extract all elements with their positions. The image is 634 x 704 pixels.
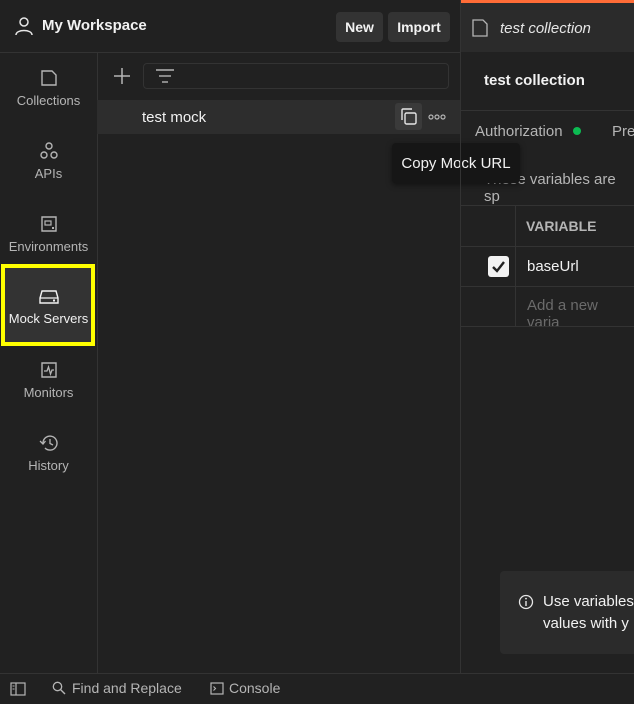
table-divider	[461, 326, 634, 327]
info-banner	[500, 571, 634, 654]
console-icon	[210, 682, 224, 695]
find-and-replace-button[interactable]: Find and Replace	[72, 680, 182, 696]
copy-mock-url-tooltip: Copy Mock URL	[392, 143, 520, 183]
new-button[interactable]: New	[336, 12, 383, 42]
divider	[461, 110, 634, 111]
info-icon	[518, 594, 534, 610]
mock-name[interactable]: test mock	[142, 109, 206, 126]
status-dot	[573, 127, 581, 135]
tab-pre-request[interactable]: Pre	[612, 123, 634, 140]
add-icon[interactable]	[112, 66, 132, 86]
copy-mock-url-button[interactable]	[395, 103, 422, 130]
sidebar-item-collections[interactable]: Collections	[0, 52, 97, 125]
panel-divider	[460, 0, 461, 673]
table-border	[461, 205, 634, 206]
check-icon	[492, 261, 505, 273]
selection-highlight-box	[1, 264, 95, 346]
info-text-line: Use variables	[543, 593, 634, 610]
history-icon	[39, 435, 58, 451]
info-text-line: values with y	[543, 615, 629, 632]
user-icon	[15, 17, 33, 36]
copy-icon	[401, 108, 417, 125]
collection-tab-icon	[472, 19, 488, 37]
tab-title[interactable]: test collection	[500, 20, 591, 37]
search-icon	[52, 681, 66, 695]
column-divider	[515, 205, 516, 326]
sidebar-item-label: History	[28, 458, 69, 473]
sidebar-item-history[interactable]: History	[0, 417, 97, 490]
more-options-icon[interactable]	[428, 110, 446, 124]
collections-icon	[40, 70, 57, 86]
filter-icon	[156, 69, 174, 83]
table-divider	[461, 246, 634, 247]
console-button[interactable]: Console	[229, 680, 280, 696]
collection-title: test collection	[484, 72, 585, 89]
sidebar-item-label: Monitors	[23, 385, 74, 400]
filter-input[interactable]	[143, 63, 449, 89]
sidebar-item-monitors[interactable]: Monitors	[0, 344, 97, 417]
sidebar-item-label: APIs	[34, 166, 63, 181]
tab-authorization[interactable]: Authorization	[475, 123, 563, 140]
variable-name-cell[interactable]: baseUrl	[527, 258, 579, 275]
apis-icon	[39, 142, 58, 159]
toggle-sidebar-icon[interactable]	[10, 682, 26, 696]
table-divider	[461, 286, 634, 287]
sidebar-item-label: Collections	[16, 93, 81, 108]
import-button[interactable]: Import	[388, 12, 450, 42]
variable-checkbox[interactable]	[488, 256, 509, 277]
monitors-icon	[40, 362, 57, 378]
column-header-variable: VARIABLE	[526, 218, 597, 234]
workspace-title[interactable]: My Workspace	[42, 17, 147, 34]
environments-icon	[40, 216, 57, 232]
sidebar-item-label: Environments	[8, 239, 89, 254]
sidebar-item-environments[interactable]: Environments	[0, 198, 97, 271]
sidebar-item-apis[interactable]: APIs	[0, 125, 97, 198]
